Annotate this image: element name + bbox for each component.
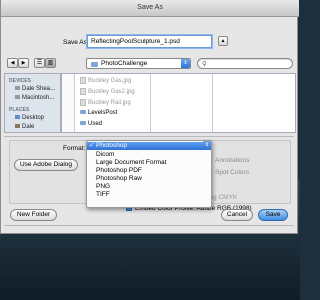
menu-item-label: Photoshop (96, 142, 128, 149)
sidebar-places-header: PLACES (9, 107, 30, 113)
sidebar-devices-header: DEVICES (9, 78, 31, 84)
folder-icon (80, 121, 86, 126)
chevron-up-icon: ▲ (220, 38, 226, 44)
folder-name: Used (88, 121, 103, 127)
image-file-icon (80, 77, 86, 84)
spot-colors-option[interactable]: Spot Colors (206, 169, 249, 176)
menu-item-png[interactable]: PNG (87, 183, 211, 191)
menu-item-tiff[interactable]: TIFF (87, 191, 211, 199)
folder-item-2[interactable]: Used (80, 121, 102, 127)
location-popup[interactable]: PhotoChallenge ⇕ (86, 58, 191, 69)
column-divider (150, 74, 151, 132)
file-browser: Buckley Gas.jpg Buckley Gas2.jpg Buckley… (61, 73, 296, 133)
column-view-button[interactable]: ▥ (45, 58, 56, 68)
format-dropdown-menu: ✓ Photoshop Dicom Large Document Format P… (86, 140, 212, 208)
drive-icon (15, 95, 20, 99)
sidebar-item-desktop[interactable]: Desktop (15, 115, 44, 121)
menu-item-label: Photoshop Raw (96, 175, 142, 182)
format-label: Format: (63, 145, 86, 152)
menu-item-large-document-format[interactable]: Large Document Format (87, 159, 211, 167)
sidebar-item-label: Desktop (22, 115, 45, 121)
sidebar-item-device-1[interactable]: Dale Shea... (15, 86, 55, 92)
folder-icon (80, 110, 86, 115)
filename-input[interactable]: ReflectingPoolSculpture_1.psd (87, 35, 212, 48)
sidebar: DEVICES Dale Shea... Macintosh... PLACES… (4, 73, 61, 133)
menu-item-label: TIFF (96, 191, 110, 198)
sidebar-item-label: Dale Shea... (22, 86, 56, 92)
window-title: Save As (137, 4, 163, 11)
file-item-3[interactable]: Buckley Rail.jpg (80, 99, 131, 106)
folder-item-1[interactable]: LevelsPost (80, 110, 117, 116)
search-field[interactable]: ⚲ (197, 58, 293, 69)
proof-setup-label: ing CMYK (208, 194, 238, 201)
expand-toggle-button[interactable]: ▲ (218, 36, 228, 46)
column-view-icon: ▥ (47, 60, 54, 66)
title-bar: Save As (1, 0, 299, 17)
divider (4, 225, 294, 226)
forward-arrow-icon: ▶ (21, 60, 26, 66)
browser-column-first (62, 74, 74, 132)
desktop-icon (15, 115, 20, 119)
sidebar-item-device-2[interactable]: Macintosh... (15, 95, 54, 101)
annotations-option[interactable]: Annotations (206, 157, 249, 164)
menu-item-photoshop-raw[interactable]: Photoshop Raw (87, 175, 211, 183)
spot-colors-label: Spot Colors (215, 169, 249, 176)
checkmark-icon: ✓ (89, 142, 95, 149)
file-name: Buckley Gas2.jpg (88, 89, 135, 96)
filename-value: ReflectingPoolSculpture_1.psd (91, 38, 180, 45)
sidebar-item-label: Dale (22, 124, 35, 130)
divider (4, 136, 294, 137)
back-arrow-icon: ◀ (10, 60, 15, 66)
folder-icon (91, 62, 98, 67)
cancel-button[interactable]: Cancel (221, 209, 253, 221)
file-name: Buckley Rail.jpg (88, 100, 131, 107)
file-item-2[interactable]: Buckley Gas2.jpg (80, 88, 135, 95)
column-divider (74, 74, 75, 132)
menu-item-label: PNG (96, 183, 111, 190)
image-file-icon (80, 88, 86, 95)
menu-item-dicom[interactable]: Dicom (87, 151, 211, 159)
menu-item-photoshop-pdf[interactable]: Photoshop PDF (87, 167, 211, 175)
menu-item-label: Photoshop PDF (96, 167, 142, 174)
format-popup-arrows-icon[interactable]: ⇕ (203, 141, 211, 150)
image-file-icon (80, 99, 86, 106)
folder-name: LevelsPost (88, 110, 118, 116)
new-folder-button[interactable]: New Folder (10, 209, 57, 221)
sidebar-item-home[interactable]: Dale (15, 124, 34, 130)
save-as-label: Save As: (63, 39, 89, 46)
popup-arrows-icon: ⇕ (181, 59, 190, 68)
column-divider (212, 74, 213, 132)
annotations-label: Annotations (215, 157, 250, 164)
drive-icon (15, 86, 20, 90)
file-name: Buckley Gas.jpg (88, 78, 132, 85)
list-view-button[interactable]: ☰ (34, 58, 45, 68)
search-input[interactable] (210, 59, 288, 68)
menu-item-label: Dicom (96, 151, 115, 158)
home-icon (15, 124, 20, 128)
file-item-1[interactable]: Buckley Gas.jpg (80, 77, 131, 84)
menu-item-label: Large Document Format (96, 159, 167, 166)
back-button[interactable]: ◀ (7, 58, 18, 68)
sidebar-item-label: Macintosh... (22, 95, 55, 101)
menu-item-photoshop[interactable]: ✓ Photoshop (87, 142, 211, 150)
list-view-icon: ☰ (36, 60, 43, 66)
location-label: PhotoChallenge (101, 60, 148, 67)
use-adobe-dialog-button[interactable]: Use Adobe Dialog (14, 159, 78, 171)
save-button[interactable]: Save (258, 209, 288, 221)
forward-button[interactable]: ▶ (18, 58, 29, 68)
search-icon: ⚲ (202, 61, 207, 68)
